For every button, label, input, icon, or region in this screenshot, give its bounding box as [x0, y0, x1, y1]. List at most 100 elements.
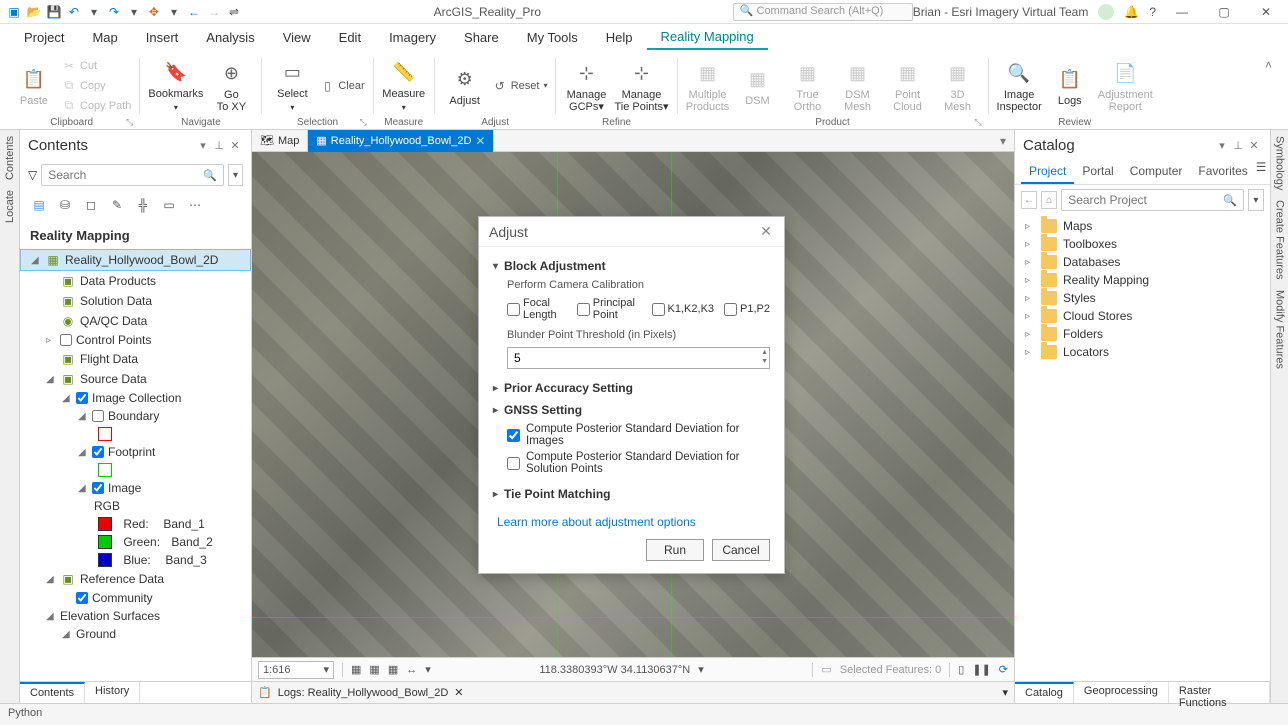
tree-data-products[interactable]: ▣Data Products [20, 271, 251, 291]
dialog-close-icon[interactable]: ✕ [758, 223, 774, 240]
k123-check[interactable]: K1,K2,K3 [652, 303, 714, 316]
catalog-menu-icon[interactable]: ▾ [1214, 139, 1230, 152]
tree-footprint[interactable]: ◢Footprint [20, 443, 251, 461]
cat-styles[interactable]: ▹Styles [1021, 289, 1264, 307]
focal-length-checkbox[interactable] [507, 303, 520, 316]
forward-icon[interactable]: → [206, 4, 222, 20]
tab-analysis[interactable]: Analysis [192, 26, 268, 49]
footprint-checkbox[interactable] [92, 446, 104, 458]
tree-control-points[interactable]: ▹Control Points [20, 331, 251, 349]
panel-menu-icon[interactable]: ▾ [195, 139, 211, 152]
cat-btab-geoprocessing[interactable]: Geoprocessing [1074, 682, 1169, 703]
cat-btab-catalog[interactable]: Catalog [1015, 682, 1074, 703]
image-checkbox[interactable] [92, 482, 104, 494]
snap-icon[interactable]: ▯ [958, 663, 964, 676]
catalog-burger-icon[interactable]: ☰ [1256, 160, 1267, 184]
blunder-threshold-input[interactable] [507, 347, 770, 369]
list-by-edit-icon[interactable]: ✎ [106, 194, 128, 216]
tree-solution-data[interactable]: ▣Solution Data [20, 291, 251, 311]
copy-button[interactable]: ⧉Copy [62, 77, 131, 95]
explore-drop-icon[interactable]: ▾ [166, 4, 182, 20]
contents-tab[interactable]: Contents [20, 682, 85, 703]
tree-image-collection[interactable]: ◢Image Collection [20, 389, 251, 407]
contents-search[interactable]: 🔍 [41, 164, 224, 186]
catalog-search-input[interactable] [1068, 193, 1223, 207]
paste-button[interactable]: 📋Paste [12, 65, 56, 107]
clear-button[interactable]: ▯Clear [320, 77, 364, 95]
reset-button[interactable]: ↺Reset ▾ [493, 77, 548, 95]
tab-map[interactable]: Map [78, 26, 131, 49]
pause-icon[interactable]: ❚❚ [972, 663, 990, 676]
qat-customize-icon[interactable]: ⇌ [226, 4, 242, 20]
cat-maps[interactable]: ▹Maps [1021, 217, 1264, 235]
focal-length-check[interactable]: Focal Length [507, 297, 567, 321]
image-collection-checkbox[interactable] [76, 392, 88, 404]
tree-source-data[interactable]: ◢▣Source Data [20, 369, 251, 389]
bookmarks-button[interactable]: 🔖Bookmarks▾ [148, 58, 203, 114]
tab-imagery[interactable]: Imagery [375, 26, 450, 49]
explore-icon[interactable]: ✥ [146, 4, 162, 20]
spin-up-icon[interactable]: ▲ [761, 348, 768, 357]
selected-features-icon[interactable]: ▭ [821, 663, 831, 676]
tab-insert[interactable]: Insert [132, 26, 193, 49]
redo-drop-icon[interactable]: ▾ [126, 4, 142, 20]
k123-checkbox[interactable] [652, 303, 665, 316]
search-options-button[interactable]: ▾ [228, 164, 243, 186]
learn-more-link[interactable]: Learn more about adjustment options [493, 505, 770, 529]
cancel-button[interactable]: Cancel [712, 539, 770, 561]
maximize-button[interactable]: ▢ [1208, 5, 1240, 19]
section-block-adjustment[interactable]: ▾Block Adjustment [493, 255, 770, 277]
tree-root[interactable]: ◢▦Reality_Hollywood_Bowl_2D [20, 249, 251, 271]
control-points-checkbox[interactable] [60, 334, 72, 346]
tab-project[interactable]: Project [10, 26, 78, 49]
back-icon[interactable]: ← [186, 4, 202, 20]
search-icon[interactable]: 🔍 [1223, 194, 1237, 207]
scale-input[interactable]: 1:616▾ [258, 661, 334, 679]
compute-solution-checkbox[interactable] [507, 457, 520, 470]
logs-button[interactable]: 📋Logs [1048, 65, 1092, 107]
tree-reference-data[interactable]: ◢▣Reference Data [20, 569, 251, 589]
command-search[interactable]: 🔍 Command Search (Alt+Q) [733, 3, 913, 21]
compute-images-checkbox[interactable] [507, 429, 520, 442]
map-tab-active[interactable]: ▦Reality_Hollywood_Bowl_2D✕ [308, 130, 494, 152]
clipboard-launcher-icon[interactable]: ⤡ [126, 117, 133, 128]
status-icon-3[interactable]: ▦ [388, 663, 398, 676]
tree-elevation-surfaces[interactable]: ◢Elevation Surfaces [20, 607, 251, 625]
section-tie-point[interactable]: ▸Tie Point Matching [493, 483, 770, 505]
logs-menu-icon[interactable]: ▾ [1002, 686, 1008, 699]
logs-tab-label[interactable]: Logs: Reality_Hollywood_Bowl_2D [278, 687, 449, 699]
undo-icon[interactable]: ↶ [66, 4, 82, 20]
list-by-select-icon[interactable]: ◻ [80, 194, 102, 216]
cat-locators[interactable]: ▹Locators [1021, 343, 1264, 361]
list-by-source-icon[interactable]: ⛁ [54, 194, 76, 216]
tab-share[interactable]: Share [450, 26, 513, 49]
spin-down-icon[interactable]: ▼ [761, 357, 768, 366]
tree-boundary[interactable]: ◢Boundary [20, 407, 251, 425]
dock-tab-modify-features[interactable]: Modify Features [1274, 290, 1286, 369]
list-by-label-icon[interactable]: ▭ [158, 194, 180, 216]
cat-databases[interactable]: ▹Databases [1021, 253, 1264, 271]
principal-point-checkbox[interactable] [577, 303, 590, 316]
measure-button[interactable]: 📏Measure▾ [382, 58, 426, 114]
list-by-snap-icon[interactable]: ╬ [132, 194, 154, 216]
dock-tab-create-features[interactable]: Create Features [1274, 200, 1286, 279]
tree-image[interactable]: ◢Image [20, 479, 251, 497]
image-inspector-button[interactable]: 🔍ImageInspector [997, 59, 1042, 113]
cat-cloud[interactable]: ▹Cloud Stores [1021, 307, 1264, 325]
section-prior-accuracy[interactable]: ▸Prior Accuracy Setting [493, 377, 770, 399]
history-tab[interactable]: History [85, 682, 140, 703]
product-launcher-icon[interactable]: ⤡ [974, 117, 981, 128]
boundary-checkbox[interactable] [92, 410, 104, 422]
3d-mesh-button[interactable]: ▦3DMesh [936, 59, 980, 113]
dock-tab-contents[interactable]: Contents [4, 136, 16, 180]
tab-edit[interactable]: Edit [325, 26, 375, 49]
tab-reality-mapping[interactable]: Reality Mapping [647, 25, 768, 50]
tab-help[interactable]: Help [592, 26, 647, 49]
panel-pin-icon[interactable]: ⊥ [211, 139, 227, 152]
catalog-close-icon[interactable]: ✕ [1246, 139, 1262, 152]
logs-close-icon[interactable]: ✕ [454, 686, 463, 699]
goto-xy-button[interactable]: ⊕GoTo XY [209, 59, 253, 113]
contents-tree[interactable]: Reality Mapping ◢▦Reality_Hollywood_Bowl… [20, 220, 251, 681]
search-icon[interactable]: 🔍 [203, 169, 217, 182]
close-icon[interactable]: ✕ [475, 134, 485, 148]
